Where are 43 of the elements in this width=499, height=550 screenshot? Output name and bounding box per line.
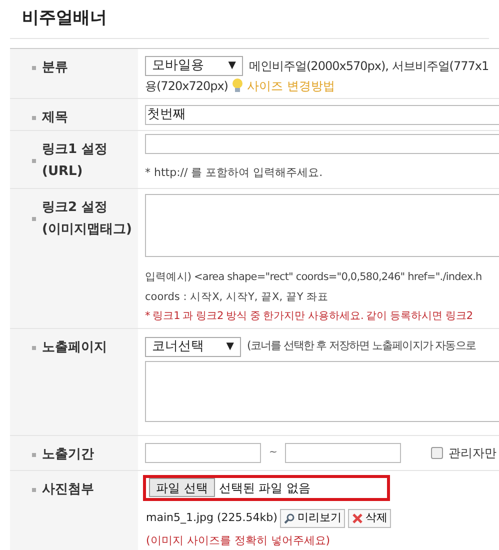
field-label: 제목 xyxy=(42,108,68,126)
x-icon xyxy=(352,512,364,524)
bullet-icon xyxy=(32,452,36,456)
checkbox[interactable] xyxy=(431,446,444,458)
bullet-icon xyxy=(32,488,36,492)
url-hint: * http:// 를 포함하여 입력해주세요. xyxy=(145,164,324,180)
magnifier-icon xyxy=(284,512,296,524)
dropdown[interactable]: 코너선택 ▼ xyxy=(145,336,241,356)
file-input[interactable]: 파일 선택 선택된 파일 없음 xyxy=(143,474,390,500)
bullet-icon xyxy=(32,66,36,70)
field-label: 사진첨부 xyxy=(42,480,94,498)
size-note: (이미지 사이즈를 정확히 넣어주세요) xyxy=(146,532,332,548)
range-separator: ~ xyxy=(269,446,278,460)
start-date-input[interactable] xyxy=(145,442,261,462)
file-name: main5_1.jpg (225.54kb) xyxy=(146,510,278,526)
field-label: 링크1 설정 xyxy=(42,140,108,158)
page-title: 비주얼배너 xyxy=(22,7,108,30)
page-textarea[interactable] xyxy=(145,360,499,422)
bullet-icon xyxy=(32,158,36,162)
url-input[interactable] xyxy=(145,134,499,154)
field-label: 분류 xyxy=(42,58,68,76)
dropdown[interactable]: 모바일용 ▼ xyxy=(145,56,243,76)
field-label: (URL) xyxy=(42,162,84,180)
size-info: 메인비주얼(2000x570px), 서브비주얼(777x1 xyxy=(249,58,489,74)
preview-button[interactable]: 미리보기 xyxy=(280,508,346,528)
title-input[interactable]: 첫번째 xyxy=(145,104,499,124)
field-label: 노출기간 xyxy=(42,446,94,464)
bullet-icon xyxy=(32,116,36,120)
example-text: 입력예시) <area shape="rect" coords="0,0,580,246" href="./index.h xyxy=(145,270,483,284)
size-info: 용(720x720px) xyxy=(145,78,228,94)
delete-button[interactable]: 삭제 xyxy=(348,508,392,528)
field-label: (이미지맵태그) xyxy=(42,220,132,238)
bullet-icon xyxy=(32,346,36,350)
warning-text: * 링크1 과 링크2 방식 중 한가지만 사용하세요. 같이 등록하시면 링크2 xyxy=(145,309,474,324)
field-label: 노출페이지 xyxy=(42,338,107,356)
bullet-icon xyxy=(32,216,36,220)
lightbulb-icon xyxy=(232,78,243,93)
checkbox-label: 관리자만 xyxy=(448,444,496,462)
page-note: (코너를 선택한 후 저장하면 노출페이지가 자동으로 xyxy=(247,338,476,354)
imagemap-textarea[interactable] xyxy=(145,194,499,256)
coords-hint: coords : 시작X, 시작Y, 끝X, 끝Y 좌표 xyxy=(145,290,330,306)
end-date-input[interactable] xyxy=(285,442,402,462)
field-label: 링크2 설정 xyxy=(42,198,109,216)
